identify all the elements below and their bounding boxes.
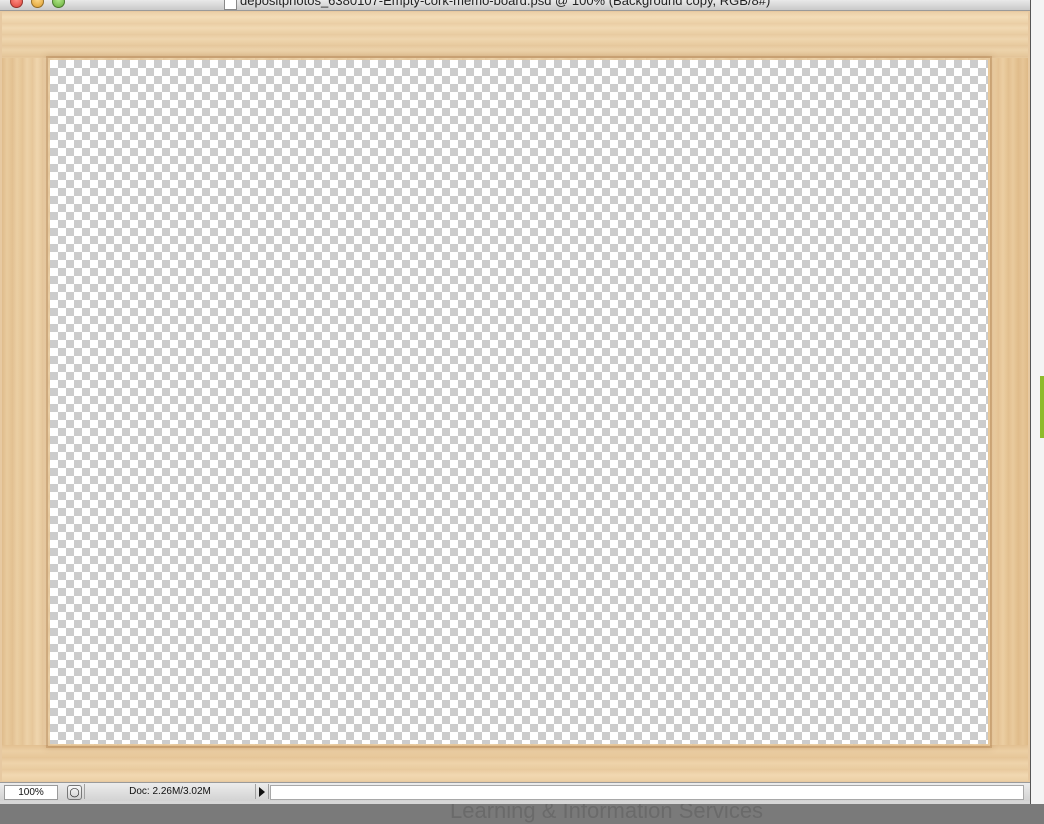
status-menu-arrow-icon[interactable] [256,784,269,799]
window-title: depositphotos_6380107-Empty-cork-memo-bo… [240,0,771,8]
document-canvas[interactable] [0,11,1030,782]
wood-frame-image [2,12,1028,781]
frame-left-rail [2,12,48,781]
zoom-level-field[interactable]: 100% [4,785,58,800]
frame-top-rail [2,12,1028,58]
status-options-icon[interactable]: ◯ [67,785,82,800]
zoom-icon[interactable] [52,0,65,8]
status-bar: 100% ◯ Doc: 2.26M/3.02M [0,782,1030,801]
document-window: depositphotos_6380107-Empty-cork-memo-bo… [0,0,1031,804]
frame-right-rail [988,12,1028,781]
transparent-area [50,60,988,744]
horizontal-scrollbar[interactable] [270,785,1024,800]
document-icon [224,0,237,10]
doc-size-info: Doc: 2.26M/3.02M [84,784,256,799]
close-icon[interactable] [10,0,23,8]
background-accent-bar [1040,376,1044,438]
minimize-icon[interactable] [31,0,44,8]
frame-bottom-rail [2,745,1028,781]
title-bar[interactable]: depositphotos_6380107-Empty-cork-memo-bo… [0,0,1030,11]
